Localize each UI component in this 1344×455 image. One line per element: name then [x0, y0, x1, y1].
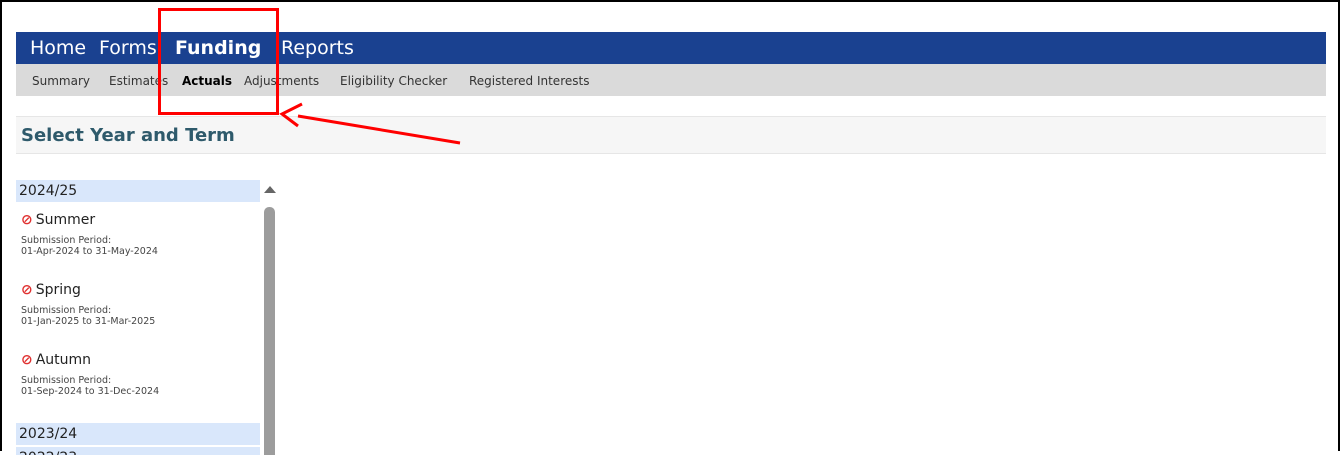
- app-frame: Home Forms Funding Reports Summary Estim…: [0, 0, 1340, 455]
- annotation-arrow: [279, 102, 461, 145]
